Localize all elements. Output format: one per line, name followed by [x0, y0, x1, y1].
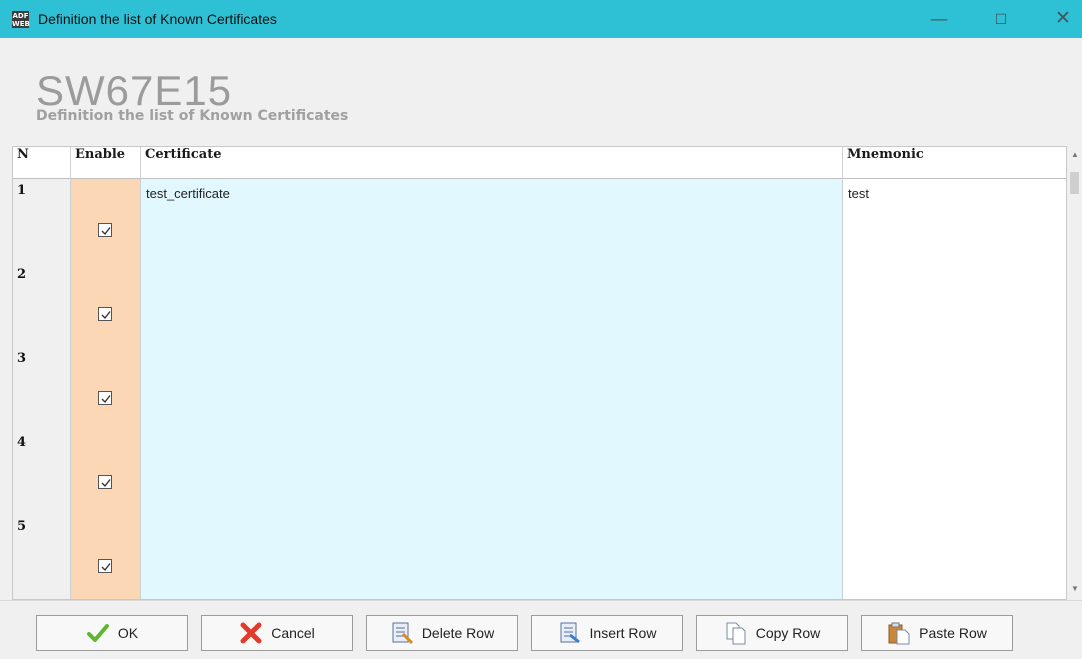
vertical-scrollbar[interactable]: ▲ ▼: [1067, 146, 1082, 600]
page-subtitle: Definition the list of Known Certificate…: [36, 108, 349, 124]
table-row: 4: [13, 431, 1066, 515]
paste-row-label: Paste Row: [919, 625, 987, 641]
mnemonic-cell[interactable]: [843, 431, 1066, 515]
app-logo-icon: ADF WEB: [12, 11, 30, 28]
table-row: 5: [13, 515, 1066, 599]
insert-row-icon: [560, 622, 580, 644]
table-row: 2: [13, 263, 1066, 347]
certificate-cell[interactable]: [141, 431, 843, 515]
certificates-table: N Enable Certificate Mnemonic 1 test_cer…: [12, 146, 1067, 600]
ok-button[interactable]: OK: [36, 615, 188, 651]
enable-checkbox[interactable]: [98, 223, 112, 237]
window-title: Definition the list of Known Certificate…: [38, 11, 277, 27]
maximize-button[interactable]: ☐: [978, 0, 1024, 38]
column-header-enable: Enable: [71, 147, 141, 179]
row-number: 3: [13, 347, 71, 431]
row-number: 1: [13, 179, 71, 263]
mnemonic-cell[interactable]: test: [843, 179, 1066, 263]
title-bar: ADF WEB Definition the list of Known Cert…: [0, 0, 1082, 38]
copy-row-label: Copy Row: [755, 625, 821, 641]
scroll-thumb[interactable]: [1070, 172, 1079, 194]
column-header-mnemonic: Mnemonic: [847, 147, 924, 162]
enable-cell[interactable]: [71, 263, 141, 347]
table-header: N Enable Certificate Mnemonic: [13, 147, 1066, 179]
table-row: 3: [13, 347, 1066, 431]
insert-row-button[interactable]: Insert Row: [531, 615, 683, 651]
mnemonic-cell[interactable]: [843, 347, 1066, 431]
delete-row-label: Delete Row: [421, 625, 495, 641]
enable-cell[interactable]: [71, 179, 141, 263]
certificate-cell[interactable]: test_certificate: [141, 179, 843, 263]
product-title: SW67E15: [36, 67, 233, 114]
bottom-toolbar: OK Cancel Delete Row Insert Row Copy Row…: [0, 600, 1082, 659]
scroll-up-arrow-icon[interactable]: ▲: [1071, 150, 1079, 159]
mnemonic-cell[interactable]: [843, 263, 1066, 347]
paste-row-button[interactable]: Paste Row: [861, 615, 1013, 651]
cancel-x-icon: [240, 622, 262, 644]
checkmark-icon: [86, 624, 109, 642]
row-number: 5: [13, 515, 71, 599]
minimize-button[interactable]: —: [916, 0, 962, 38]
copy-row-button[interactable]: Copy Row: [696, 615, 848, 651]
delete-row-icon: [392, 622, 413, 645]
enable-cell[interactable]: [71, 431, 141, 515]
cancel-label: Cancel: [271, 625, 315, 641]
copy-icon: [726, 622, 746, 645]
enable-checkbox[interactable]: [98, 391, 112, 405]
certificate-cell[interactable]: [141, 347, 843, 431]
row-number: 2: [13, 263, 71, 347]
row-number: 4: [13, 431, 71, 515]
ok-label: OK: [117, 625, 139, 641]
scroll-down-arrow-icon[interactable]: ▼: [1071, 584, 1079, 593]
enable-checkbox[interactable]: [98, 475, 112, 489]
table-row: 1 test_certificate test: [13, 179, 1066, 263]
enable-cell[interactable]: [71, 347, 141, 431]
enable-checkbox[interactable]: [98, 559, 112, 573]
column-header-certificate: Certificate: [141, 147, 843, 179]
close-button[interactable]: ✕: [1040, 0, 1082, 38]
delete-row-button[interactable]: Delete Row: [366, 615, 518, 651]
insert-row-label: Insert Row: [589, 625, 657, 641]
paste-icon: [888, 622, 910, 645]
cancel-button[interactable]: Cancel: [201, 615, 353, 651]
certificate-cell[interactable]: [141, 263, 843, 347]
enable-cell[interactable]: [71, 515, 141, 599]
enable-checkbox[interactable]: [98, 307, 112, 321]
page-header: SW67E15 Definition the list of Known Cer…: [0, 38, 1082, 146]
certificate-cell[interactable]: [141, 515, 843, 599]
mnemonic-cell[interactable]: [843, 515, 1066, 599]
column-header-n: N: [13, 147, 71, 179]
